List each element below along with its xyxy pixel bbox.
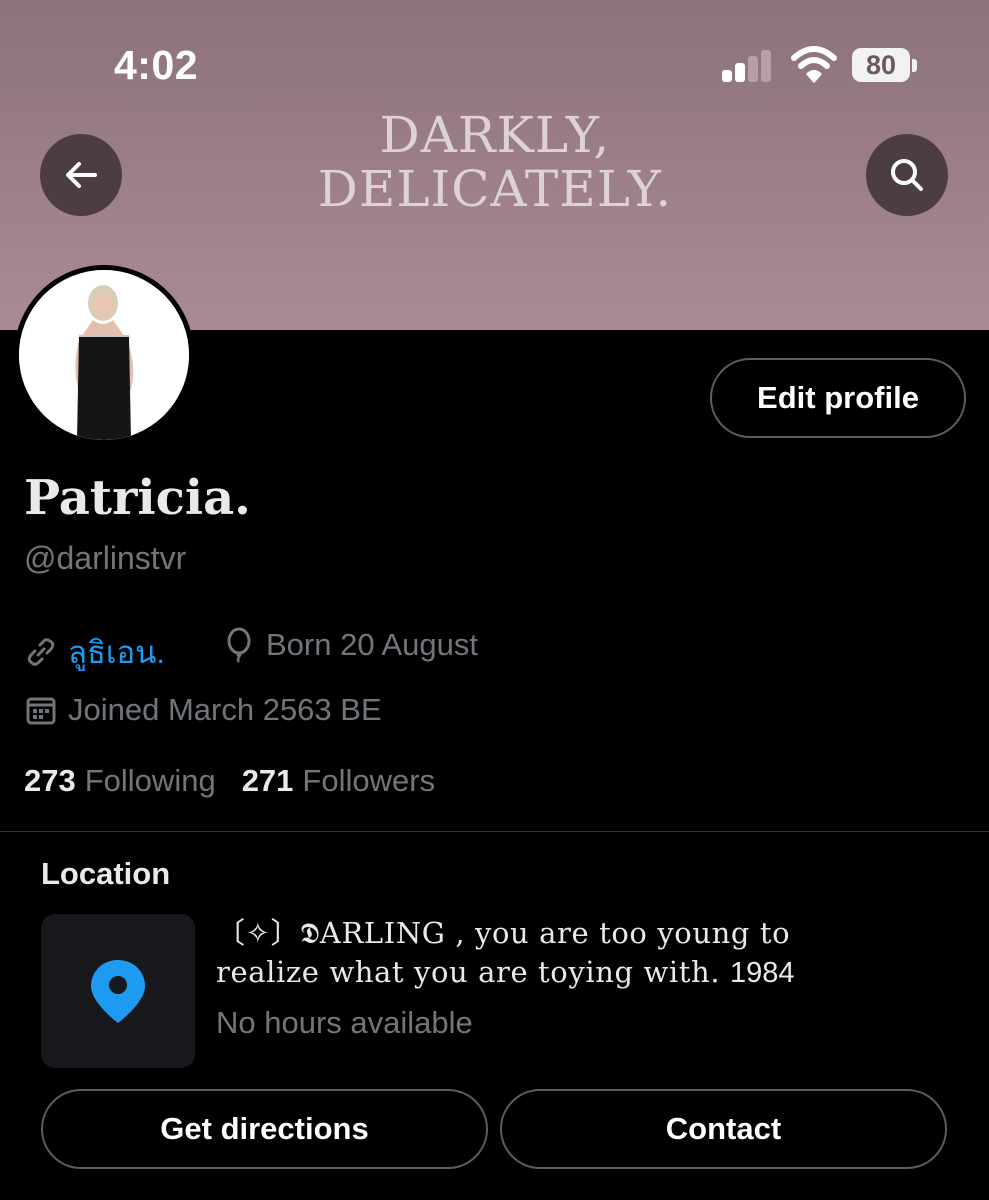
banner-title-line1: DARKLY, bbox=[379, 106, 611, 164]
joined-info: Joined March 2563 BE bbox=[24, 692, 382, 728]
link-icon bbox=[27, 638, 55, 666]
avatar-photo bbox=[19, 270, 189, 440]
followers-count: 271 bbox=[241, 763, 294, 798]
birthday-text: Born 20 August bbox=[266, 627, 478, 662]
banner-title: DARKLY, DELICATELY. bbox=[250, 108, 740, 216]
status-time: 4:02 bbox=[114, 42, 199, 88]
website-text[interactable]: ลูธิเอน. bbox=[68, 627, 165, 677]
calendar-icon bbox=[26, 697, 56, 725]
wifi-icon bbox=[791, 46, 837, 83]
back-arrow-icon bbox=[66, 162, 97, 188]
following-label: Following bbox=[84, 763, 216, 798]
avatar[interactable] bbox=[14, 265, 194, 445]
banner-title-line2: DELICATELY. bbox=[317, 160, 673, 218]
map-thumbnail[interactable] bbox=[41, 914, 195, 1068]
joined-text: Joined March 2563 BE bbox=[68, 692, 382, 727]
search-icon bbox=[891, 159, 923, 191]
followers-label: Followers bbox=[302, 763, 436, 798]
following-count: 273 bbox=[24, 763, 76, 798]
username-handle: @darlinstvr bbox=[24, 540, 187, 576]
battery-nub bbox=[912, 59, 917, 72]
followers-link[interactable]: 271 Followers bbox=[242, 763, 435, 799]
back-button[interactable] bbox=[40, 134, 122, 216]
location-heading: Location bbox=[41, 856, 171, 891]
map-pin-icon bbox=[91, 960, 145, 1023]
hours-text: No hours available bbox=[216, 1005, 473, 1040]
follow-counts: 273 Following 271 Followers bbox=[24, 763, 461, 799]
balloon-icon bbox=[227, 627, 251, 663]
birthday-info: Born 20 August bbox=[222, 627, 478, 663]
following-link[interactable]: 273 Following bbox=[24, 763, 216, 799]
display-name: Patricia. bbox=[24, 470, 251, 526]
edit-profile-button[interactable]: Edit profile bbox=[710, 358, 966, 438]
bio-year: 1984 bbox=[729, 957, 795, 989]
signal-icon bbox=[722, 50, 774, 82]
battery-icon: 80 bbox=[852, 48, 910, 82]
website-link[interactable]: ลูธิเอน. bbox=[24, 627, 165, 677]
location-bio: 〔✧〕𝕯ARLING , you are too young to realiz… bbox=[216, 914, 956, 993]
bio-line-2: realize what you are toying with. bbox=[216, 955, 721, 989]
section-divider bbox=[0, 831, 989, 832]
search-button[interactable] bbox=[866, 134, 948, 216]
avatar-figure bbox=[19, 270, 189, 440]
bio-line-1: 〔✧〕𝕯ARLING , you are too young to bbox=[216, 916, 791, 950]
contact-button[interactable]: Contact bbox=[500, 1089, 947, 1169]
get-directions-button[interactable]: Get directions bbox=[41, 1089, 488, 1169]
